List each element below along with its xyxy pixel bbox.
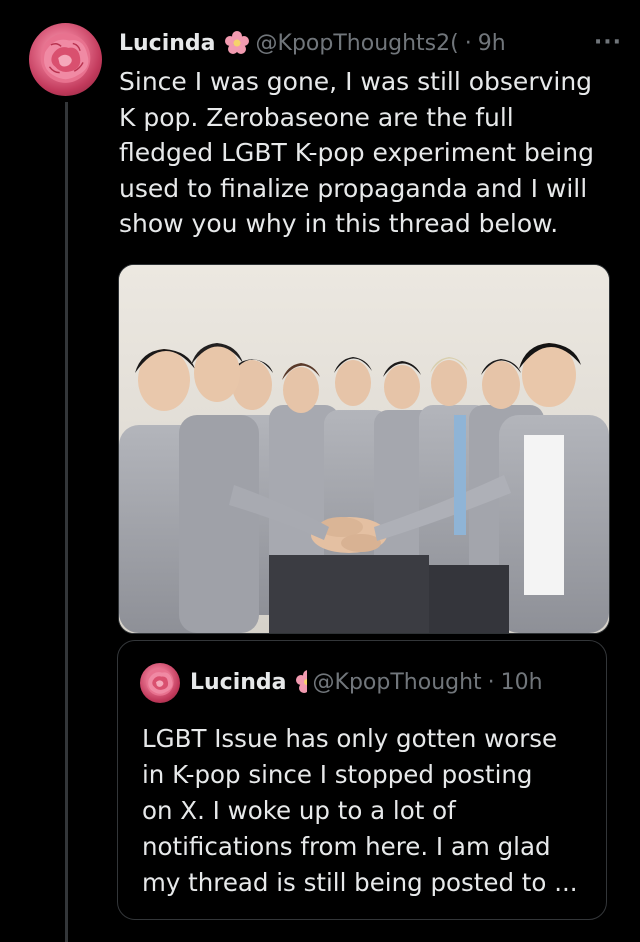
avatar[interactable]	[29, 23, 102, 96]
quoted-tweet-header: Lucinda @KpopThought · 10h	[190, 665, 543, 699]
pink-flower-icon	[224, 31, 249, 54]
tweet-header: Lucinda @KpopThoughts2( · 9h	[119, 26, 506, 60]
more-options-icon[interactable]: ···	[594, 30, 622, 55]
quoted-timestamp[interactable]: 10h	[501, 670, 543, 695]
author-name[interactable]: Lucinda	[119, 31, 216, 56]
carnation-icon	[146, 668, 174, 696]
thread-connector-line	[65, 102, 68, 942]
quoted-separator-dot: ·	[487, 669, 495, 695]
tweet-text: Since I was gone, I was still observing …	[119, 67, 594, 238]
quoted-tweet-text: LGBT Issue has only gotten worse in K-po…	[142, 724, 578, 897]
separator-dot: ·	[464, 30, 472, 56]
tweet-photo[interactable]	[118, 264, 610, 634]
quoted-author-handle[interactable]: @KpopThought	[313, 670, 482, 695]
carnation-icon	[40, 33, 91, 83]
quoted-author-name[interactable]: Lucinda	[190, 670, 287, 695]
group-photo-image	[119, 265, 609, 633]
author-handle[interactable]: @KpopThoughts2(	[256, 31, 459, 56]
timestamp[interactable]: 9h	[478, 31, 506, 56]
quoted-tweet-card[interactable]: Lucinda @KpopThought · 10h LGBT Issue ha…	[117, 640, 607, 920]
pink-flower-icon	[295, 670, 307, 693]
quoted-avatar[interactable]	[140, 663, 180, 703]
